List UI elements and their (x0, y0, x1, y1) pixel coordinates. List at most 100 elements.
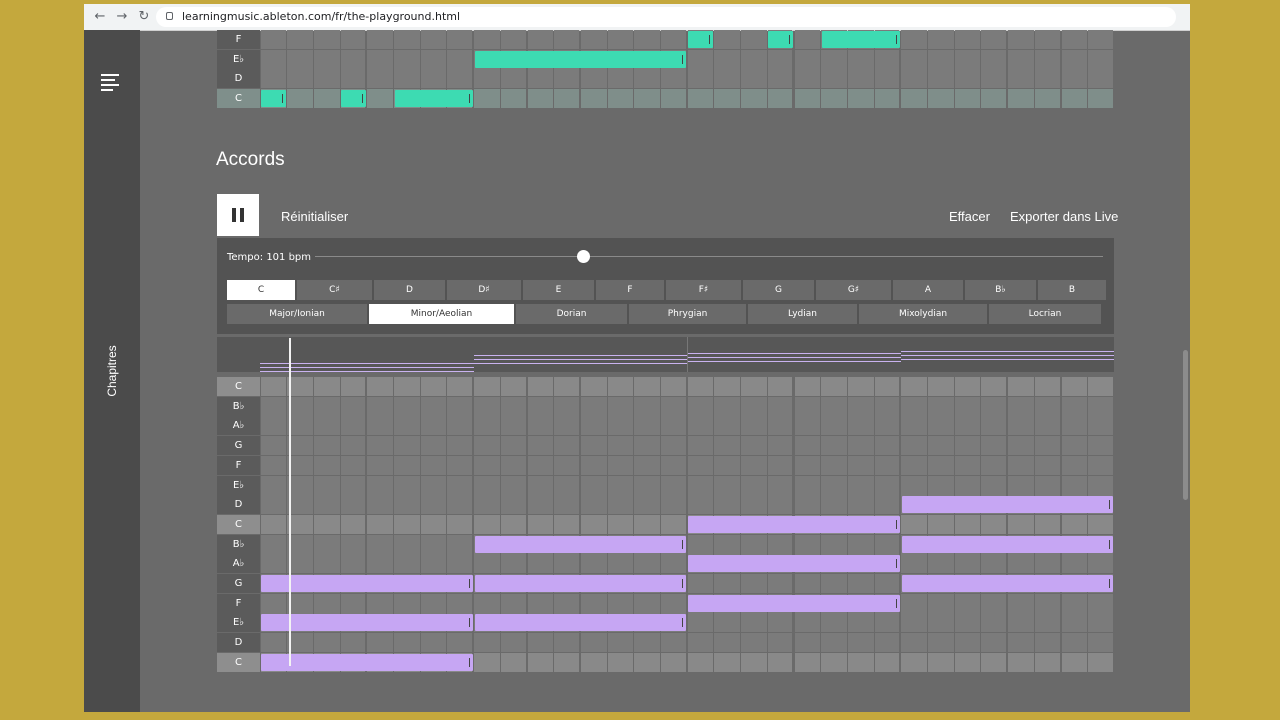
grid-cell[interactable] (554, 69, 579, 89)
grid-cell[interactable] (981, 652, 1007, 672)
grid-cell[interactable] (741, 455, 767, 475)
grid-cell[interactable] (313, 554, 340, 574)
grid-cell[interactable] (394, 416, 420, 436)
grid-cell[interactable] (901, 416, 927, 436)
grid-cell[interactable] (1061, 475, 1088, 495)
grid-cell[interactable] (394, 69, 420, 89)
grid-cell[interactable] (821, 475, 847, 495)
grid-cell[interactable] (981, 69, 1007, 89)
key-button[interactable]: F♯ (666, 280, 741, 300)
grid-cell[interactable] (954, 49, 981, 69)
grid-cell[interactable] (420, 633, 447, 653)
grid-cell[interactable] (367, 30, 393, 49)
note-block[interactable] (688, 594, 900, 612)
grid-cell[interactable] (1088, 633, 1113, 653)
grid-cell[interactable] (767, 495, 793, 515)
grid-cell[interactable] (634, 69, 660, 89)
grid-cell[interactable] (313, 593, 340, 613)
grid-cell[interactable] (741, 49, 767, 69)
grid-cell[interactable] (1088, 89, 1113, 109)
grid-cell[interactable] (767, 652, 793, 672)
grid-cell[interactable] (1034, 554, 1061, 574)
grid-cell[interactable] (607, 475, 634, 495)
scale-button[interactable]: Lydian (748, 304, 857, 324)
grid-cell[interactable] (1061, 613, 1088, 633)
grid-cell[interactable] (554, 89, 579, 109)
grid-cell[interactable] (340, 396, 366, 416)
note-block[interactable] (821, 31, 900, 48)
grid-cell[interactable] (981, 436, 1007, 456)
grid-cell[interactable] (661, 514, 686, 534)
scale-button[interactable]: Minor/Aeolian (369, 304, 514, 324)
grid-cell[interactable] (474, 30, 500, 49)
grid-cell[interactable] (474, 396, 500, 416)
key-button[interactable]: D♯ (447, 280, 521, 300)
grid-cell[interactable] (794, 633, 821, 653)
grid-cell[interactable] (634, 652, 660, 672)
grid-cell[interactable] (954, 69, 981, 89)
grid-cell[interactable] (687, 49, 714, 69)
grid-cell[interactable] (794, 534, 821, 554)
grid-cell[interactable] (287, 30, 313, 49)
grid-cell[interactable] (981, 514, 1007, 534)
grid-cell[interactable] (634, 89, 660, 109)
grid-cell[interactable] (1034, 514, 1061, 534)
scale-button[interactable]: Major/Ionian (227, 304, 367, 324)
grid-cell[interactable] (634, 436, 660, 456)
grid-cell[interactable] (474, 475, 500, 495)
grid-cell[interactable] (554, 495, 579, 515)
grid-cell[interactable] (420, 396, 447, 416)
grid-cell[interactable] (474, 436, 500, 456)
grid-cell[interactable] (1008, 475, 1034, 495)
grid-cell[interactable] (954, 396, 981, 416)
clear-button[interactable]: Effacer (949, 209, 990, 224)
grid-cell[interactable] (741, 377, 767, 396)
grid-cell[interactable] (1061, 436, 1088, 456)
grid-cell[interactable] (1034, 455, 1061, 475)
grid-cell[interactable] (313, 455, 340, 475)
grid-cell[interactable] (527, 416, 554, 436)
tempo-slider-handle[interactable] (576, 250, 590, 263)
grid-cell[interactable] (1088, 593, 1113, 613)
note-block[interactable] (474, 535, 687, 553)
grid-cell[interactable] (394, 554, 420, 574)
grid-cell[interactable] (954, 89, 981, 109)
grid-cell[interactable] (954, 554, 981, 574)
grid-cell[interactable] (1088, 652, 1113, 672)
grid-cell[interactable] (821, 69, 847, 89)
grid-cell[interactable] (847, 377, 874, 396)
grid-cell[interactable] (1008, 633, 1034, 653)
grid-cell[interactable] (554, 593, 579, 613)
grid-cell[interactable] (260, 514, 287, 534)
grid-cell[interactable] (527, 554, 554, 574)
grid-cell[interactable] (527, 514, 554, 534)
grid-cell[interactable] (1008, 89, 1034, 109)
grid-cell[interactable] (447, 396, 473, 416)
grid-cell[interactable] (554, 475, 579, 495)
grid-cell[interactable] (954, 30, 981, 49)
grid-cell[interactable] (500, 377, 527, 396)
grid-cell[interactable] (287, 89, 313, 109)
grid-cell[interactable] (607, 396, 634, 416)
grid-cell[interactable] (447, 455, 473, 475)
grid-cell[interactable] (367, 455, 393, 475)
grid-cell[interactable] (767, 396, 793, 416)
grid-cell[interactable] (714, 69, 741, 89)
note-block[interactable] (688, 555, 900, 573)
grid-cell[interactable] (340, 554, 366, 574)
grid-cell[interactable] (1008, 455, 1034, 475)
grid-cell[interactable] (260, 396, 287, 416)
grid-cell[interactable] (420, 30, 447, 49)
grid-cell[interactable] (687, 69, 714, 89)
key-button[interactable]: G (743, 280, 814, 300)
grid-cell[interactable] (847, 436, 874, 456)
grid-cell[interactable] (1008, 436, 1034, 456)
reload-icon[interactable]: ↻ (136, 9, 152, 25)
grid-cell[interactable] (607, 514, 634, 534)
note-block[interactable] (474, 50, 687, 68)
chapters-toggle[interactable]: Chapitres (105, 345, 119, 396)
grid-cell[interactable] (821, 377, 847, 396)
grid-cell[interactable] (313, 89, 340, 109)
grid-cell[interactable] (928, 30, 954, 49)
grid-cell[interactable] (367, 514, 393, 534)
